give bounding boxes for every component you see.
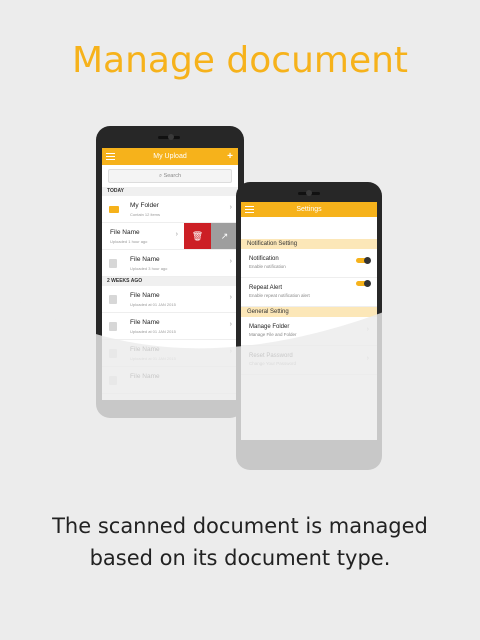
share-button[interactable]: ↗ bbox=[211, 223, 238, 249]
toolbar-title: Settings bbox=[296, 206, 322, 213]
toggle-knob bbox=[364, 280, 371, 287]
upload-toolbar: My Upload + bbox=[102, 148, 238, 165]
setting-reset-password[interactable]: Reset Password Change Your Password › bbox=[241, 346, 377, 375]
item-subtitle: Uploaded at 01 JAN 2015 bbox=[130, 302, 176, 307]
setting-subtitle: Enable repeat notification alert bbox=[249, 293, 310, 298]
headline: Manage document bbox=[71, 40, 409, 81]
phone-mockup-settings: Settings Notification Setting Notificati… bbox=[236, 182, 382, 470]
caption-text: The scanned document is managed based on… bbox=[52, 514, 428, 570]
settings-screen: Settings Notification Setting Notificati… bbox=[241, 202, 377, 440]
chevron-right-icon: › bbox=[366, 355, 369, 362]
setting-repeat-alert[interactable]: Repeat Alert Enable repeat notification … bbox=[241, 278, 377, 307]
setting-title: Reset Password bbox=[249, 353, 293, 359]
chevron-right-icon: › bbox=[229, 204, 232, 211]
menu-icon[interactable] bbox=[245, 206, 254, 213]
item-subtitle: Contain 12 items bbox=[130, 212, 161, 217]
item-title: File Name bbox=[130, 373, 160, 380]
toolbar-title: My Upload bbox=[153, 153, 187, 160]
list-item-file[interactable]: File Name Uploaded at 01 JAN 2015 › bbox=[102, 286, 238, 313]
toggle-knob bbox=[364, 257, 371, 264]
setting-title: Notification bbox=[249, 256, 279, 262]
file-icon bbox=[109, 259, 117, 268]
list-item-file[interactable]: File Name bbox=[102, 367, 238, 394]
list-item-folder[interactable]: My Folder Contain 12 items › bbox=[102, 196, 238, 223]
setting-title: Repeat Alert bbox=[249, 285, 283, 291]
item-title: File Name bbox=[130, 256, 160, 263]
file-icon bbox=[109, 322, 117, 331]
file-icon bbox=[109, 295, 117, 304]
item-subtitle: Uploaded 1 hour ago bbox=[110, 239, 148, 244]
chevron-right-icon: › bbox=[229, 294, 232, 301]
swipe-actions: 🗑 ↗ bbox=[184, 223, 238, 249]
list-item-file-swiped[interactable]: File Name Uploaded 1 hour ago › 🗑 ↗ bbox=[102, 223, 238, 250]
section-header-today: TODAY bbox=[102, 187, 238, 196]
setting-manage-folder[interactable]: Manage Folder Manage File and Folder › bbox=[241, 317, 377, 346]
section-header-general: General Setting bbox=[241, 307, 377, 317]
item-subtitle: Uploaded at 01 JAN 2015 bbox=[130, 356, 176, 361]
file-icon bbox=[109, 349, 117, 358]
share-icon: ↗ bbox=[220, 231, 229, 241]
item-title: File Name bbox=[130, 346, 160, 353]
trash-icon: 🗑 bbox=[191, 231, 204, 241]
section-header-notification: Notification Setting bbox=[241, 239, 377, 249]
menu-icon[interactable] bbox=[106, 153, 115, 160]
chevron-right-icon: › bbox=[175, 231, 178, 238]
list-item-file[interactable]: File Name Uploaded at 01 JAN 2015 › bbox=[102, 313, 238, 340]
file-icon bbox=[109, 376, 117, 385]
setting-subtitle: Enable notification bbox=[249, 264, 286, 269]
setting-title: Manage Folder bbox=[249, 324, 290, 330]
upload-screen: My Upload + ⌕ Search TODAY My Folder Con… bbox=[102, 148, 238, 400]
chevron-right-icon: › bbox=[229, 348, 232, 355]
phone-camera bbox=[168, 134, 174, 140]
add-icon[interactable]: + bbox=[227, 148, 233, 165]
setting-subtitle: Change Your Password bbox=[249, 361, 297, 366]
settings-toolbar: Settings bbox=[241, 202, 377, 217]
item-subtitle: Uploaded 3 hour ago bbox=[130, 266, 168, 271]
setting-subtitle: Manage File and Folder bbox=[249, 332, 297, 337]
phone-camera bbox=[306, 190, 312, 196]
list-item-file[interactable]: File Name Uploaded at 01 JAN 2015 › bbox=[102, 340, 238, 367]
item-subtitle: Uploaded at 01 JAN 2015 bbox=[130, 329, 176, 334]
phone-mockup-upload: My Upload + ⌕ Search TODAY My Folder Con… bbox=[96, 126, 244, 418]
search-placeholder: Search bbox=[163, 173, 182, 179]
chevron-right-icon: › bbox=[366, 326, 369, 333]
list-item-file[interactable]: File Name Uploaded 3 hour ago › bbox=[102, 250, 238, 277]
item-title: My Folder bbox=[130, 202, 159, 209]
repeat-alert-toggle[interactable] bbox=[356, 280, 371, 287]
chevron-right-icon: › bbox=[229, 258, 232, 265]
setting-notification[interactable]: Notification Enable notification bbox=[241, 249, 377, 278]
item-title: File Name bbox=[110, 229, 140, 236]
delete-button[interactable]: 🗑 bbox=[184, 223, 211, 249]
folder-icon bbox=[109, 206, 119, 213]
search-bar[interactable]: ⌕ Search bbox=[108, 169, 232, 183]
notification-toggle[interactable] bbox=[356, 257, 371, 264]
chevron-right-icon: › bbox=[229, 321, 232, 328]
item-title: File Name bbox=[130, 319, 160, 326]
item-title: File Name bbox=[130, 292, 160, 299]
section-header-2-weeks-ago: 2 WEEKS AGO bbox=[102, 277, 238, 286]
